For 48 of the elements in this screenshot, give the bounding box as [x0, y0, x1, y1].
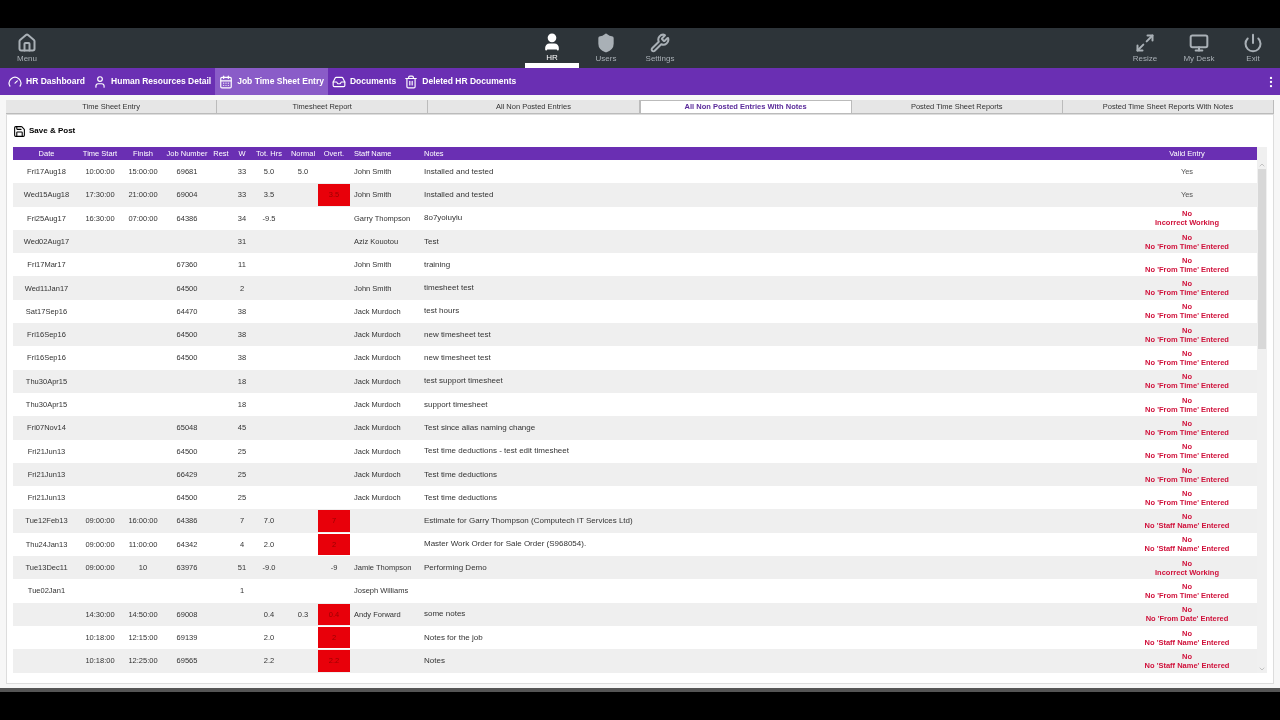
table-cell-text: Master Work Order for Sale Order (S968054).	[423, 538, 588, 551]
table-cell-text: Performing Demo	[423, 561, 488, 574]
nav-tab[interactable]: Job Time Sheet Entry	[215, 68, 328, 95]
table-cell-text: support timesheet	[423, 398, 489, 411]
toolbar-button[interactable]: Resize	[1118, 28, 1172, 68]
table-cell-text: Test since alias naming change	[423, 421, 537, 434]
shield-icon	[596, 32, 616, 53]
table-cell-text: test hours	[423, 305, 461, 318]
wrench-icon	[650, 32, 670, 53]
toolbar-button[interactable]: Menu	[0, 28, 54, 68]
toolbar-button[interactable]: Exit	[1226, 28, 1280, 68]
table-cell-text: Test time deductions	[423, 491, 498, 504]
table-cell-text: Test time deductions - test edit timesheet	[423, 445, 570, 458]
table-cell-text: Notes for the job	[423, 631, 484, 644]
calendar-icon	[219, 74, 234, 89]
resize-icon	[1135, 32, 1155, 53]
scrollbar[interactable]	[1257, 147, 1267, 673]
save-icon	[13, 124, 26, 138]
inbox-icon	[331, 74, 346, 89]
table-cell-text: new timesheet test	[423, 328, 492, 341]
table-cell-text: 8o7yoiuyiu	[423, 212, 464, 225]
table-cell-text: Installed and tested	[423, 188, 495, 201]
table-cell-text: timesheet test	[423, 282, 475, 295]
nav-tab[interactable]: Deleted HR Documents	[400, 68, 521, 95]
nav-tab[interactable]: Documents	[327, 68, 401, 95]
nav-tab[interactable]: HR Dashboard	[4, 68, 90, 95]
table-cell-text: Test	[423, 235, 440, 248]
toolbar-button[interactable]: Settings	[633, 28, 687, 68]
table-cell-text: Test time deductions	[423, 468, 498, 481]
trash-icon	[404, 74, 419, 89]
table-cell-text: Installed and tested	[423, 165, 495, 178]
gauge-icon	[8, 74, 22, 89]
user-icon	[93, 74, 108, 89]
nav-tab[interactable]: Human Resources Detail	[89, 68, 216, 95]
toolbar-button[interactable]: My Desk	[1172, 28, 1226, 68]
save-post-button[interactable]: Save & Post	[13, 115, 76, 147]
home-icon	[17, 32, 37, 53]
table-cell-text: test support timesheet	[423, 375, 504, 388]
scroll-up-icon[interactable]	[1258, 161, 1266, 169]
table-cell-text: new timesheet test	[423, 352, 492, 364]
table-cell-text: Notes	[423, 654, 446, 667]
table-cell-text: training	[423, 258, 452, 271]
monitor-icon	[1189, 32, 1209, 53]
user-icon	[542, 32, 562, 52]
table-cell-text: some notes	[423, 608, 467, 621]
power-icon	[1243, 32, 1263, 53]
table-cell-text: Estimate for Garry Thompson (Computech IT Services Ltd)	[423, 515, 634, 528]
toolbar-button[interactable]: Users	[579, 28, 633, 68]
